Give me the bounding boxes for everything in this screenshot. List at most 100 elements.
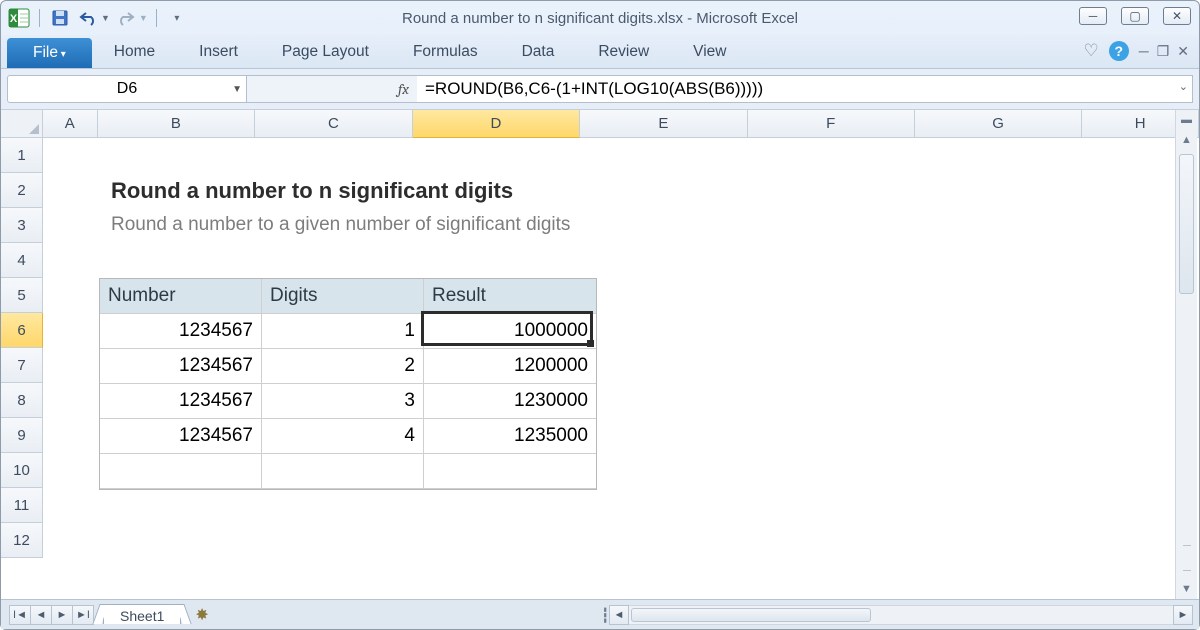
vertical-scrollbar[interactable]: ▬ ▲ ▼ — [1175, 110, 1197, 599]
ribbon-right-controls: ♡ ? ─ ❐ ✕ — [1084, 41, 1189, 61]
col-header-F[interactable]: F — [748, 110, 915, 138]
grid[interactable]: ABCDEFGH 123456789101112 Round a number … — [1, 110, 1199, 599]
name-box-dropdown-icon[interactable]: ▼ — [232, 84, 242, 95]
table-cell[interactable]: 1230000 — [424, 384, 596, 419]
formula-bar-area: ▼ fx =ROUND(B6,C6-(1+INT(LOG10(ABS(B6)))… — [1, 69, 1199, 110]
doc-close-button[interactable]: ✕ — [1177, 43, 1189, 60]
row-header-6[interactable]: 6 — [1, 313, 43, 348]
worksheet-area: ABCDEFGH 123456789101112 Round a number … — [1, 110, 1199, 599]
scroll-up-icon[interactable]: ▲ — [1176, 130, 1197, 150]
help-button[interactable]: ? — [1109, 41, 1129, 61]
table-cell[interactable]: 1234567 — [100, 349, 262, 384]
table-cell[interactable] — [100, 454, 262, 489]
row-header-8[interactable]: 8 — [1, 383, 43, 418]
new-sheet-icon[interactable]: ✸ — [195, 605, 208, 625]
vscroll-thumb[interactable] — [1179, 154, 1194, 294]
table-cell[interactable]: 1200000 — [424, 349, 596, 384]
table-cell[interactable]: 2 — [262, 349, 424, 384]
excel-app-icon[interactable]: X — [7, 6, 31, 30]
formula-input[interactable]: =ROUND(B6,C6-(1+INT(LOG10(ABS(B6))))) ⌄ — [417, 75, 1193, 103]
table-cell[interactable] — [424, 454, 596, 489]
doc-minimize-button[interactable]: ─ — [1139, 43, 1149, 60]
row-header-2[interactable]: 2 — [1, 173, 43, 208]
table-cell[interactable]: 1235000 — [424, 419, 596, 454]
cells-canvas[interactable]: Round a number to n significant digits R… — [43, 138, 1199, 599]
row-header-12[interactable]: 12 — [1, 523, 43, 558]
sheet-title: Round a number to n significant digits — [111, 178, 513, 204]
col-header-B[interactable]: B — [98, 110, 256, 138]
hscroll-thumb[interactable] — [631, 608, 871, 622]
col-header-C[interactable]: C — [255, 110, 413, 138]
sheet-nav-buttons: I◄ ◄ ► ►I — [1, 605, 93, 625]
hscroll-left-icon[interactable]: ◄ — [609, 605, 629, 625]
tab-view[interactable]: View — [671, 36, 748, 68]
scroll-down-icon[interactable]: ▼ — [1176, 579, 1197, 599]
row-header-4[interactable]: 4 — [1, 243, 43, 278]
split-handle-icon[interactable]: ▬ — [1176, 110, 1197, 130]
sheet-last-icon[interactable]: ►I — [72, 605, 94, 625]
ribbon-tabs: File HomeInsertPage LayoutFormulasDataRe… — [1, 35, 1199, 69]
tab-insert[interactable]: Insert — [177, 36, 260, 68]
table-cell[interactable] — [262, 454, 424, 489]
col-header-A[interactable]: A — [43, 110, 98, 138]
table-cell[interactable]: 1234567 — [100, 419, 262, 454]
ribbon-minimize-icon[interactable]: ♡ — [1084, 41, 1099, 61]
sheet-first-icon[interactable]: I◄ — [9, 605, 31, 625]
row-header-11[interactable]: 11 — [1, 488, 43, 523]
row-header-9[interactable]: 9 — [1, 418, 43, 453]
table-cell[interactable]: 1 — [262, 314, 424, 349]
row-header-3[interactable]: 3 — [1, 208, 43, 243]
sheet-next-icon[interactable]: ► — [51, 605, 73, 625]
hscroll-track[interactable] — [629, 605, 1173, 625]
table-cell[interactable]: 1234567 — [100, 384, 262, 419]
undo-dropdown[interactable]: ▼ — [101, 13, 110, 23]
row-header-10[interactable]: 10 — [1, 453, 43, 488]
window-controls: ─ ▢ ✕ — [1079, 7, 1191, 25]
vscroll-track[interactable] — [1176, 150, 1197, 537]
svg-text:X: X — [10, 13, 18, 25]
undo-button[interactable] — [76, 7, 100, 29]
tab-data[interactable]: Data — [500, 36, 577, 68]
tab-file[interactable]: File — [7, 38, 92, 68]
formula-expand-icon[interactable]: ⌄ — [1179, 80, 1188, 93]
redo-button[interactable] — [114, 7, 138, 29]
tab-home[interactable]: Home — [92, 36, 177, 68]
minimize-button[interactable]: ─ — [1079, 7, 1107, 25]
col-header-D[interactable]: D — [413, 110, 580, 138]
table-cell[interactable]: 1234567 — [100, 314, 262, 349]
row-header-1[interactable]: 1 — [1, 138, 43, 173]
col-header-G[interactable]: G — [915, 110, 1082, 138]
name-box[interactable]: ▼ — [7, 75, 247, 103]
select-all-corner[interactable] — [1, 110, 43, 138]
tab-page-layout[interactable]: Page Layout — [260, 36, 391, 68]
table-cell[interactable]: 3 — [262, 384, 424, 419]
row-header-5[interactable]: 5 — [1, 278, 43, 313]
fx-area: fx — [247, 75, 417, 103]
row-headers: 123456789101112 — [1, 138, 43, 558]
qat-separator — [39, 9, 40, 27]
hscroll-right-icon[interactable]: ► — [1173, 605, 1193, 625]
table-header[interactable]: Result — [424, 279, 596, 314]
close-button[interactable]: ✕ — [1163, 7, 1191, 25]
table-header[interactable]: Digits — [262, 279, 424, 314]
data-table: NumberDigitsResult1234567110000001234567… — [99, 278, 597, 490]
redo-dropdown[interactable]: ▼ — [139, 13, 148, 23]
row-header-7[interactable]: 7 — [1, 348, 43, 383]
table-cell[interactable]: 4 — [262, 419, 424, 454]
maximize-button[interactable]: ▢ — [1121, 7, 1149, 25]
fx-icon[interactable]: fx — [398, 80, 409, 98]
sheet-tab-sheet1[interactable]: Sheet1 — [103, 604, 181, 624]
doc-restore-button[interactable]: ❐ — [1157, 43, 1170, 60]
col-header-E[interactable]: E — [580, 110, 747, 138]
name-box-input[interactable] — [8, 80, 246, 98]
table-cell[interactable]: 1000000 — [424, 314, 596, 349]
tab-formulas[interactable]: Formulas — [391, 36, 500, 68]
sheet-prev-icon[interactable]: ◄ — [30, 605, 52, 625]
qat-customize-button[interactable]: ▾ — [165, 7, 189, 29]
save-button[interactable] — [48, 7, 72, 29]
horizontal-scrollbar[interactable]: ┇ ◄ ► — [601, 605, 1193, 625]
table-header[interactable]: Number — [100, 279, 262, 314]
excel-window: X ▼ ▼ ▾ Round a number to n significant … — [0, 0, 1200, 630]
column-headers: ABCDEFGH — [43, 110, 1199, 138]
tab-review[interactable]: Review — [576, 36, 671, 68]
